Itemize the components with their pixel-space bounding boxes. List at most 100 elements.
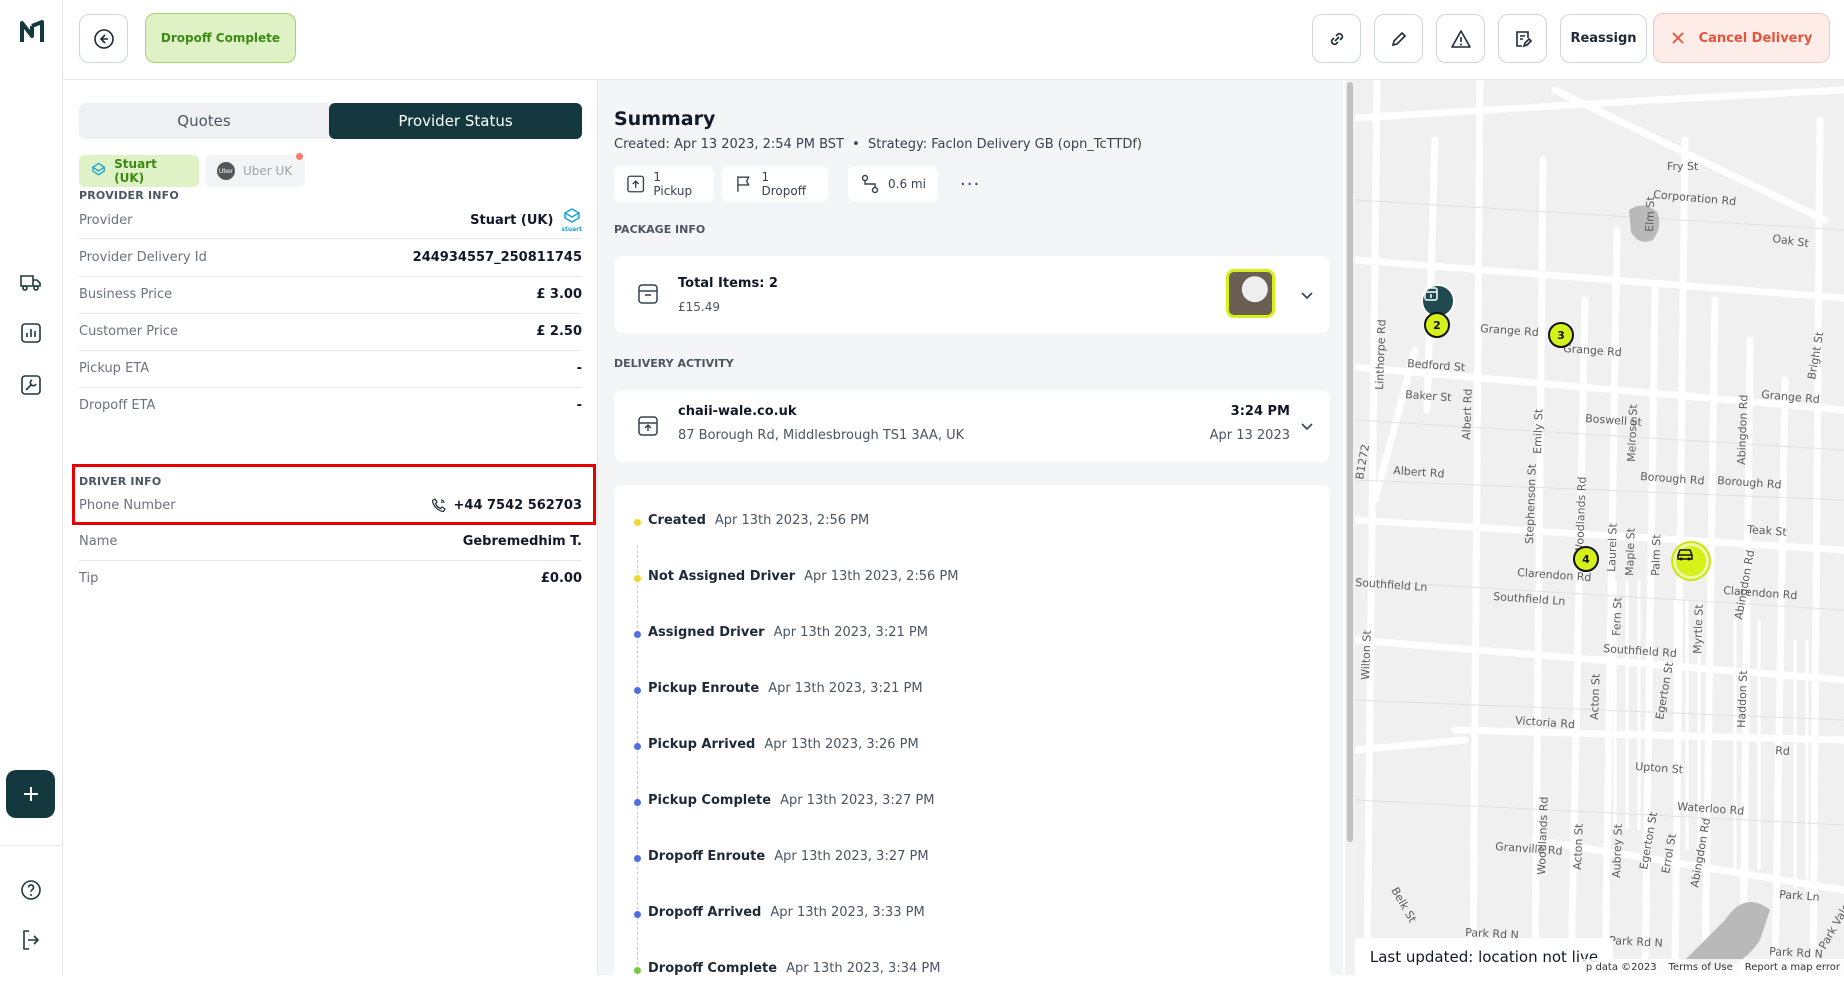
event-name: Dropoff Enroute: [648, 849, 766, 864]
info-value: Gebremedhim T.: [462, 533, 582, 549]
event-name: Not Assigned Driver: [648, 569, 796, 584]
back-button[interactable]: [79, 14, 128, 63]
info-row-provider: Provider Stuart (UK) stuart: [79, 205, 582, 235]
summary-panel: Summary Created: Apr 13 2023, 2:54 PM BS…: [598, 80, 1343, 985]
summary-title: Summary: [614, 108, 716, 130]
driver-location-marker[interactable]: [1673, 543, 1709, 579]
timeline-event: Pickup Enroute Apr 13th 2023, 3:21 PM: [634, 681, 923, 696]
delivery-map[interactable]: Fry St Corporation Rd Oak St Grange Rd G…: [1355, 80, 1844, 975]
svg-text:Southfield Ln: Southfield Ln: [1355, 576, 1428, 594]
pickup-box-icon: [627, 175, 645, 193]
notes-button[interactable]: [1498, 14, 1547, 63]
report-map-error-link[interactable]: Report a map error: [1745, 962, 1840, 973]
provider-chip-uber[interactable]: Uber Uber UK: [205, 153, 305, 187]
package-photo-thumbnail[interactable]: [1226, 269, 1275, 318]
timeline-bullet: [634, 799, 641, 806]
warning-icon: [1450, 29, 1471, 48]
terms-of-use-link[interactable]: Terms of Use: [1669, 962, 1733, 973]
provider-chip-label: Stuart (UK): [114, 157, 157, 185]
note-edit-icon: [1515, 30, 1532, 47]
row-divider: [79, 350, 582, 351]
distance-chip: 0.6 mi: [848, 166, 938, 202]
top-bar: Dropoff Complete Reassign Cancel Deliver…: [63, 0, 1844, 80]
event-name: Pickup Complete: [648, 793, 772, 808]
svg-text:Park Ln: Park Ln: [1779, 888, 1820, 904]
info-row-pickup-eta: Pickup ETA -: [79, 353, 582, 383]
reassign-button[interactable]: Reassign: [1560, 14, 1647, 63]
package-price: £15.49: [678, 300, 720, 314]
chevron-down-icon[interactable]: [1300, 288, 1314, 302]
event-time: Apr 13th 2023, 3:27 PM: [774, 849, 929, 864]
summary-scrollbar[interactable]: [1345, 80, 1355, 975]
edit-button[interactable]: [1374, 14, 1423, 63]
svg-text:Elm St: Elm St: [1643, 195, 1657, 232]
cancel-delivery-button[interactable]: Cancel Delivery: [1653, 13, 1830, 63]
chevron-down-icon[interactable]: [1300, 419, 1314, 433]
svg-text:Melrose St: Melrose St: [1625, 403, 1640, 462]
row-divider: [79, 238, 582, 239]
info-label: Dropoff ETA: [79, 397, 156, 413]
info-label: Customer Price: [79, 323, 178, 339]
pickup-count: 1 Pickup: [653, 170, 693, 198]
activity-address: 87 Borough Rd, Middlesbrough TS1 3AA, UK: [678, 428, 965, 443]
analytics-icon[interactable]: [19, 321, 43, 345]
route-stop-marker[interactable]: 3: [1548, 322, 1574, 348]
info-row-business-price: Business Price £ 3.00: [79, 279, 582, 309]
notification-dot: [296, 153, 303, 160]
create-delivery-button[interactable]: [6, 770, 55, 818]
row-divider: [79, 560, 582, 561]
location-status-label: Last updated: location not live: [1355, 938, 1613, 975]
event-time: Apr 13th 2023, 3:33 PM: [770, 905, 925, 920]
logout-icon[interactable]: [19, 928, 43, 952]
info-row-customer-price: Customer Price £ 2.50: [79, 316, 582, 346]
timeline-event: Not Assigned Driver Apr 13th 2023, 2:56 P…: [634, 569, 959, 584]
summary-subtitle: Created: Apr 13 2023, 2:54 PM BST • Stra…: [614, 137, 1142, 152]
activity-merchant-name: chaii-wale.co.uk: [678, 404, 797, 419]
provider-chip-stuart[interactable]: Stuart (UK): [79, 155, 199, 187]
info-value: 244934557_250811745: [412, 249, 582, 265]
delivery-activity-card[interactable]: chaii-wale.co.uk 87 Borough Rd, Middlesb…: [614, 390, 1330, 462]
tab-provider-status[interactable]: Provider Status: [329, 103, 582, 139]
close-icon: [1671, 32, 1684, 44]
map-streets: Fry St Corporation Rd Oak St Grange Rd G…: [1355, 80, 1844, 975]
timeline-event: Pickup Arrived Apr 13th 2023, 3:26 PM: [634, 737, 919, 752]
info-row-driver-name: Name Gebremedhim T.: [79, 526, 582, 556]
pickup-count-chip: 1 Pickup: [614, 166, 714, 202]
svg-text:Upton St: Upton St: [1635, 760, 1684, 776]
copy-link-button[interactable]: [1312, 14, 1361, 63]
timeline-event: Dropoff Complete Apr 13th 2023, 3:34 PM: [634, 961, 940, 976]
package-icon: [638, 284, 658, 304]
delivery-activity-label: DELIVERY ACTIVITY: [614, 357, 734, 370]
svg-text:Corporation Rd: Corporation Rd: [1653, 188, 1737, 208]
tools-icon[interactable]: [19, 373, 43, 397]
timeline-event: Pickup Complete Apr 13th 2023, 3:27 PM: [634, 793, 934, 808]
route-stop-marker[interactable]: 4: [1573, 546, 1599, 572]
scrollbar-thumb[interactable]: [1347, 82, 1353, 842]
timeline-bullet: [634, 911, 641, 918]
event-name: Dropoff Arrived: [648, 905, 762, 920]
store-icon: [1424, 287, 1438, 301]
row-divider: [79, 276, 582, 277]
svg-text:Laurel St: Laurel St: [1605, 522, 1620, 572]
brand-logo-icon[interactable]: [18, 18, 46, 46]
report-issue-button[interactable]: [1436, 14, 1485, 63]
tab-quotes[interactable]: Quotes: [79, 103, 329, 139]
svg-text:Rd: Rd: [1775, 744, 1791, 758]
route-stop-marker[interactable]: 2: [1424, 312, 1450, 338]
dropoff-count-chip: 1 Dropoff: [722, 166, 828, 202]
svg-text:Acton St: Acton St: [1588, 673, 1603, 720]
package-info-card[interactable]: Total Items: 2 £15.49: [614, 256, 1330, 333]
svg-text:Acton St: Acton St: [1571, 823, 1586, 870]
info-row-tip: Tip £0.00: [79, 563, 582, 593]
help-icon[interactable]: [19, 878, 43, 902]
plus-icon: [23, 787, 38, 801]
svg-text:Borough Rd: Borough Rd: [1717, 474, 1782, 491]
truck-icon[interactable]: [19, 270, 43, 294]
link-icon: [1330, 32, 1343, 45]
activity-date: Apr 13 2023: [1209, 428, 1290, 443]
more-options-button[interactable]: ···: [960, 174, 980, 195]
svg-text:Aubrey St: Aubrey St: [1610, 823, 1625, 878]
timeline-event: Dropoff Arrived Apr 13th 2023, 3:33 PM: [634, 905, 925, 920]
timeline-bullet: [634, 631, 641, 638]
stuart-brand-logo: stuart: [561, 207, 582, 233]
